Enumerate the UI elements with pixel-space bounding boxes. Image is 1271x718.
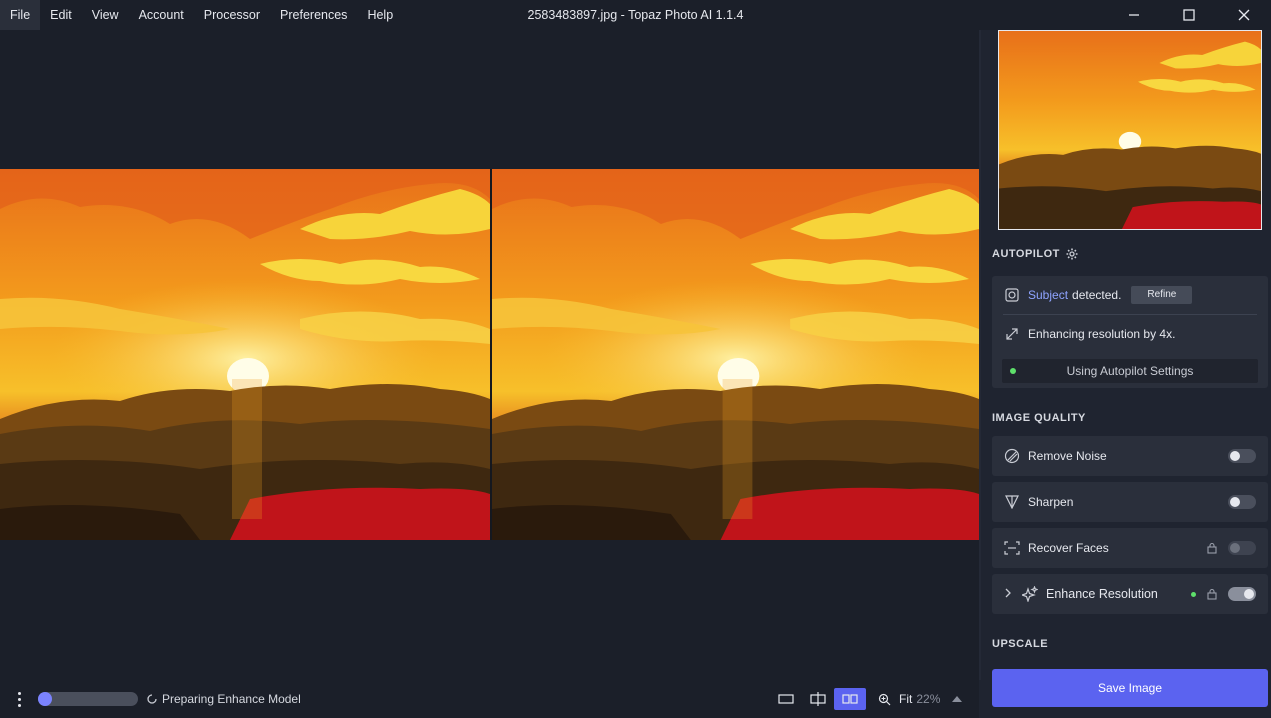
side-by-side-icon <box>842 694 858 704</box>
window-controls <box>1106 0 1271 30</box>
sunset-image <box>0 169 490 540</box>
more-options-button[interactable] <box>0 680 38 718</box>
menu-view[interactable]: View <box>82 0 129 30</box>
enhance-resolution-row[interactable]: Enhance Resolution <box>992 574 1268 614</box>
face-scan-icon <box>1004 540 1020 556</box>
minimize-button[interactable] <box>1106 0 1161 30</box>
menu-file[interactable]: File <box>0 0 41 30</box>
autopilot-title: AUTOPILOT <box>992 248 1078 260</box>
upscale-title: UPSCALE <box>992 638 1048 650</box>
menu-account[interactable]: Account <box>129 0 194 30</box>
enhance-resolution-card[interactable]: Enhance Resolution <box>992 574 1268 614</box>
save-image-button[interactable]: Save Image <box>992 669 1268 707</box>
refine-button[interactable]: Refine <box>1131 286 1193 304</box>
image-quality-label: IMAGE QUALITY <box>992 412 1086 424</box>
zoom-fit-label[interactable]: Fit <box>899 692 912 706</box>
close-button[interactable] <box>1216 0 1271 30</box>
autopilot-settings-label: Using Autopilot Settings <box>1066 364 1194 378</box>
zoom-caret-icon[interactable] <box>952 696 963 702</box>
title-bar: File Edit View Account Processor Prefere… <box>0 0 1271 30</box>
split-view-icon <box>810 692 826 706</box>
minimize-icon <box>1128 14 1139 16</box>
remove-noise-toggle[interactable] <box>1228 449 1256 463</box>
maximize-icon <box>1182 9 1195 21</box>
split-view-button[interactable] <box>802 688 834 710</box>
maximize-button[interactable] <box>1161 0 1216 30</box>
status: Preparing Enhance Model <box>146 692 301 706</box>
active-dot <box>1191 591 1196 597</box>
recover-faces-toggle[interactable] <box>1228 541 1256 555</box>
recover-faces-card[interactable]: Recover Faces <box>992 528 1268 568</box>
zoom-percent: 22% <box>916 692 941 706</box>
menu-help[interactable]: Help <box>357 0 403 30</box>
lock-icon[interactable] <box>1206 588 1218 600</box>
image-quality-title: IMAGE QUALITY <box>992 412 1086 424</box>
close-icon <box>1238 9 1249 21</box>
menu-preferences[interactable]: Preferences <box>270 0 357 30</box>
view-mode-group <box>770 688 866 710</box>
enhance-resolution-label: Enhance Resolution <box>1046 587 1158 601</box>
navigator-thumbnail[interactable] <box>998 30 1262 230</box>
autopilot-label: AUTOPILOT <box>992 248 1060 260</box>
progress-bar <box>38 692 138 706</box>
detected-text: detected. <box>1072 288 1122 302</box>
enhancing-row: Enhancing resolution by 4x. <box>992 315 1268 353</box>
remove-noise-label: Remove Noise <box>1028 449 1107 463</box>
bottom-bar: Preparing Enhance Model Fit 22% <box>0 680 979 718</box>
sharpen-row[interactable]: Sharpen <box>992 482 1268 522</box>
autopilot-settings-button[interactable]: Using Autopilot Settings <box>1002 359 1258 383</box>
gear-icon[interactable] <box>1066 248 1078 260</box>
recover-faces-row[interactable]: Recover Faces <box>992 528 1268 568</box>
recover-faces-label: Recover Faces <box>1028 541 1109 555</box>
menu-bar: File Edit View Account Processor Prefere… <box>0 0 403 30</box>
side-by-side-view-button[interactable] <box>834 688 866 710</box>
sharpen-icon <box>1004 494 1020 510</box>
single-view-icon <box>778 694 794 704</box>
lock-icon[interactable] <box>1206 542 1218 554</box>
zoom-control[interactable]: Fit 22% <box>878 680 963 718</box>
status-text: Preparing Enhance Model <box>162 692 301 706</box>
kebab-icon <box>17 690 21 708</box>
expand-arrows-icon <box>1004 326 1020 342</box>
chevron-right-icon[interactable] <box>1004 587 1016 601</box>
progress-fill <box>38 692 52 706</box>
zoom-icon <box>878 693 891 705</box>
preview-canvas[interactable] <box>0 30 979 680</box>
thumbnail-image <box>999 31 1261 229</box>
sparkle-icon <box>1022 586 1038 602</box>
menu-processor[interactable]: Processor <box>194 0 270 30</box>
remove-noise-row[interactable]: Remove Noise <box>992 436 1268 476</box>
sharpen-card[interactable]: Sharpen <box>992 482 1268 522</box>
spinner-icon <box>147 694 157 704</box>
sunset-image-enhanced <box>492 169 979 540</box>
upscale-label: UPSCALE <box>992 638 1049 650</box>
subject-row: Subject detected. Refine <box>992 276 1268 314</box>
subject-detect-icon <box>1004 287 1020 303</box>
menu-edit[interactable]: Edit <box>40 0 82 30</box>
remove-noise-card[interactable]: Remove Noise <box>992 436 1268 476</box>
sharpen-label: Sharpen <box>1028 495 1074 509</box>
enhancing-text: Enhancing resolution by 4x. <box>1028 327 1176 341</box>
enhanced-preview[interactable] <box>492 169 979 540</box>
enhance-resolution-toggle[interactable] <box>1228 587 1256 601</box>
subject-link[interactable]: Subject <box>1028 288 1068 302</box>
autopilot-card: Subject detected. Refine Enhancing resol… <box>992 276 1268 388</box>
sharpen-toggle[interactable] <box>1228 495 1256 509</box>
single-view-button[interactable] <box>770 688 802 710</box>
noise-icon <box>1004 448 1020 464</box>
original-preview[interactable] <box>0 169 490 540</box>
sidebar-edge <box>979 30 981 680</box>
